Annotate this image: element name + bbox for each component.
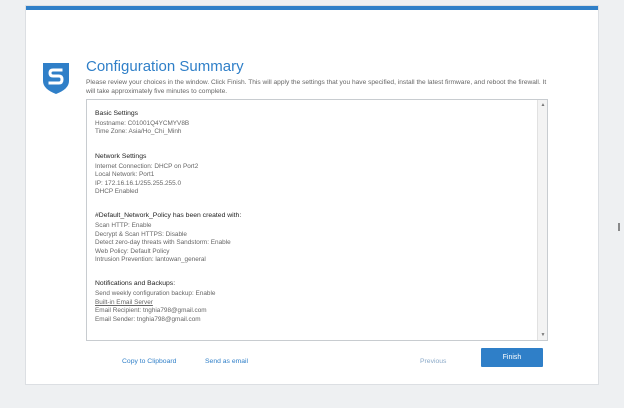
arrow-down-icon[interactable]: ▼ [538,330,547,340]
summary-line: Email Sender: tnghia798@gmail.com [95,315,201,323]
summary-line: Internet Connection: DHCP on Port2 [95,162,199,170]
finish-button[interactable]: Finish [481,348,543,367]
email-server-label: Built-in Email Server [95,298,153,306]
section-title-basic: Basic Settings [95,110,139,117]
summary-line: IP: 172.16.16.1/255.255.255.0 [95,179,181,187]
summary-line: Decrypt & Scan HTTPS: Disable [95,230,187,238]
previous-button[interactable]: Previous [420,358,446,365]
copy-to-clipboard-link[interactable]: Copy to Clipboard [122,358,176,365]
section-title-policy: #Default_Network_Policy has been created… [95,212,242,220]
arrow-up-icon[interactable]: ▲ [538,100,547,110]
scrollbar-thumb[interactable] [540,112,545,322]
page-title: Configuration Summary [86,58,244,75]
summary-line: Detect zero-day threats with Sandstorm: … [95,239,231,247]
send-as-email-link[interactable]: Send as email [205,358,248,365]
summary-line: Hostname: C01001Q4YCMYV8B [95,120,190,127]
summary-line: Time Zone: Asia/Ho_Chi_Minh [95,128,182,136]
summary-line: Local Network: Port1 [95,171,155,179]
summary-textbox[interactable]: Basic Settings Hostname: C01001Q4YCMYV8B… [86,99,548,341]
top-accent-bar [26,6,598,10]
summary-line: Send weekly configuration backup: Enable [95,290,216,298]
section-title-network: Network Settings [95,152,147,160]
page-description: Please review your choices in the window… [86,79,547,95]
summary-content: Basic Settings Hostname: C01001Q4YCMYV8B… [95,107,535,324]
vertical-scrollbar[interactable]: ▲ ▼ [537,100,547,340]
summary-line: Scan HTTP: Enable [95,222,152,230]
summary-line: Web Policy: Default Policy [95,247,170,255]
text-cursor-icon [618,223,620,231]
summary-line: DHCP Enabled [95,188,139,196]
summary-line: Email Recipient: tnghia798@gmail.com [95,307,207,315]
summary-line: Intrusion Prevention: lantowan_general [95,256,206,264]
section-title-notifications: Notifications and Backups: [95,280,176,288]
sophos-shield-icon [43,63,69,94]
